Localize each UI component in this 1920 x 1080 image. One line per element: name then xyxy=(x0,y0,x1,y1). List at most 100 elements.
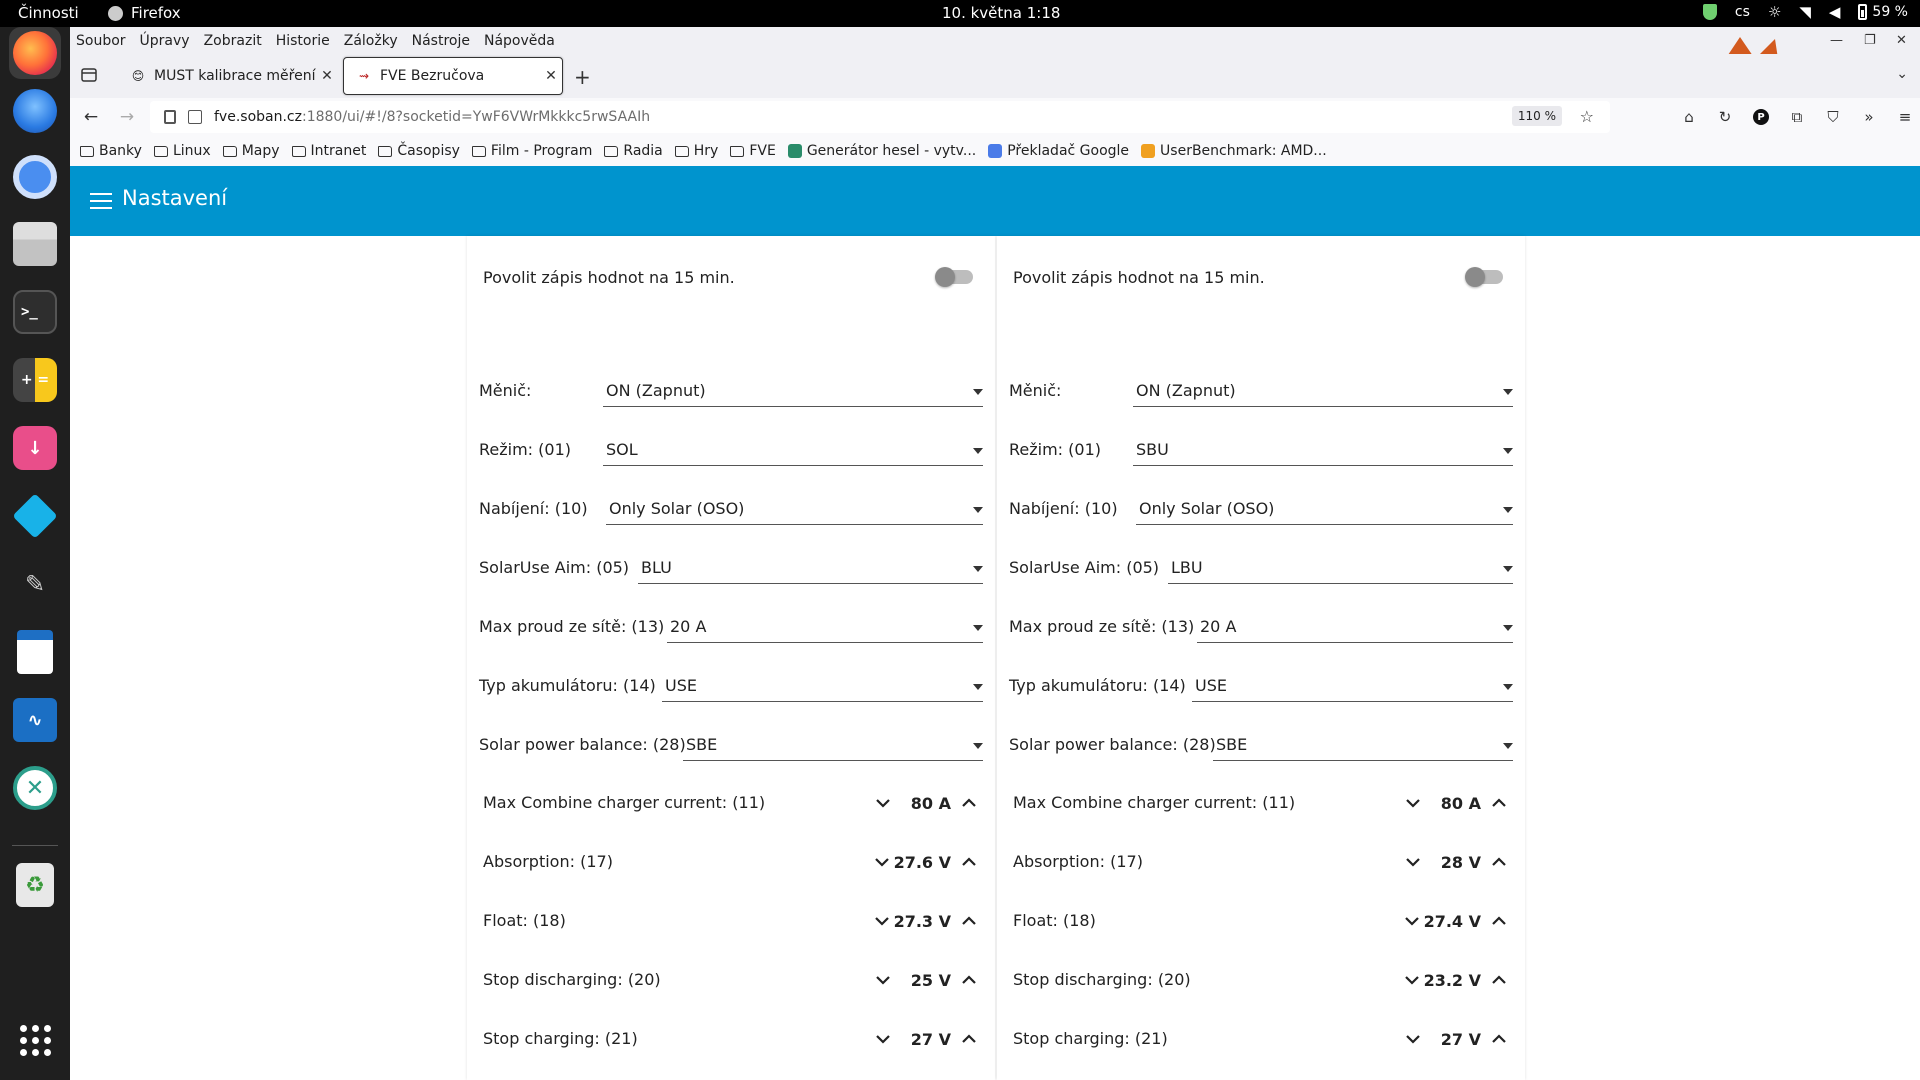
menu-historie[interactable]: Historie xyxy=(276,33,330,49)
site-info-icon[interactable] xyxy=(188,110,202,124)
setting-dropdown[interactable]: SOL xyxy=(603,434,983,466)
setting-dropdown[interactable]: SBE xyxy=(683,729,983,761)
url-bar[interactable]: fve.soban.cz :1880/ui/#!/8?socketid=YwF6… xyxy=(150,101,1610,133)
dock-firefox[interactable] xyxy=(9,27,61,79)
menu-nastroje[interactable]: Nástroje xyxy=(412,33,470,49)
chevron-down-icon[interactable] xyxy=(1400,968,1424,992)
setting-dropdown[interactable]: BLU xyxy=(638,552,983,584)
extensions-icon[interactable]: ⧉ xyxy=(1782,102,1812,132)
activities-button[interactable]: Činnosti xyxy=(18,4,79,22)
menu-zobrazit[interactable]: Zobrazit xyxy=(204,33,262,49)
back-icon[interactable]: ← xyxy=(76,102,106,132)
setting-dropdown[interactable]: Only Solar (OSO) xyxy=(606,493,983,525)
hamburger-menu-icon[interactable]: ≡ xyxy=(1890,102,1920,132)
write-enable-toggle[interactable] xyxy=(1465,267,1503,287)
setting-dropdown[interactable]: USE xyxy=(1192,670,1513,702)
bookmark-item[interactable]: Linux xyxy=(153,143,211,159)
dock-thunderbird[interactable] xyxy=(9,85,61,137)
ublock-shield-icon[interactable]: ⛉ xyxy=(1818,102,1848,132)
clock[interactable]: 10. května 1:18 xyxy=(942,4,1060,22)
pocket-extension-icon[interactable]: P xyxy=(1746,102,1776,132)
chevron-down-icon[interactable] xyxy=(871,1027,895,1051)
menu-upravy[interactable]: Úpravy xyxy=(140,33,190,49)
keyboard-layout[interactable]: cs xyxy=(1735,4,1750,20)
chevron-down-icon[interactable] xyxy=(870,850,894,874)
chevron-up-icon[interactable] xyxy=(957,791,981,815)
bookmark-item[interactable]: Mapy xyxy=(222,143,280,159)
setting-dropdown[interactable]: LBU xyxy=(1168,552,1513,584)
tracking-protection-icon[interactable] xyxy=(164,110,176,124)
bookmark-item[interactable]: Film - Program xyxy=(471,143,592,159)
dock-kodi[interactable] xyxy=(9,490,61,542)
setting-dropdown[interactable]: SBU xyxy=(1133,434,1513,466)
chevron-down-icon[interactable] xyxy=(870,909,894,933)
tab-manager-icon[interactable] xyxy=(80,66,98,84)
setting-dropdown[interactable]: ON (Zapnut) xyxy=(1133,375,1513,407)
bookmark-item[interactable]: Překladač Google xyxy=(988,143,1129,159)
dock-writer[interactable] xyxy=(9,626,61,678)
show-apps-icon[interactable] xyxy=(20,1025,51,1056)
chevron-up-icon[interactable] xyxy=(957,968,981,992)
dock-remote-desktop[interactable]: ✕ xyxy=(9,762,61,814)
home-icon[interactable]: ⌂ xyxy=(1674,102,1704,132)
chevron-down-icon[interactable] xyxy=(1401,850,1425,874)
menu-zalozky[interactable]: Záložky xyxy=(344,33,398,49)
bookmark-item[interactable]: Generátor hesel - vytv... xyxy=(787,143,976,159)
chevron-down-icon[interactable] xyxy=(1401,1027,1425,1051)
zoom-indicator[interactable]: 110 % xyxy=(1511,106,1562,126)
setting-dropdown[interactable]: 20 A xyxy=(1197,611,1513,643)
bookmark-star-icon[interactable]: ☆ xyxy=(1580,107,1594,126)
chevron-up-icon[interactable] xyxy=(1487,850,1511,874)
close-window-icon[interactable]: ✕ xyxy=(1896,33,1907,48)
bookmark-item[interactable]: Intranet xyxy=(291,143,366,159)
bookmark-item[interactable]: Radia xyxy=(604,143,663,159)
forward-icon[interactable]: → xyxy=(112,102,142,132)
menu-napoveda[interactable]: Nápověda xyxy=(484,33,555,49)
bookmark-item[interactable]: Hry xyxy=(674,143,718,159)
dock-system-monitor[interactable]: ∿ xyxy=(9,694,61,746)
write-enable-toggle[interactable] xyxy=(935,267,973,287)
chevron-down-icon[interactable] xyxy=(1400,909,1424,933)
dock-terminal[interactable]: >_ xyxy=(9,286,61,338)
chevron-up-icon[interactable] xyxy=(1487,909,1511,933)
setting-dropdown[interactable]: SBE xyxy=(1213,729,1513,761)
chevron-up-icon[interactable] xyxy=(957,909,981,933)
new-tab-button[interactable]: + xyxy=(574,65,591,89)
setting-dropdown[interactable]: USE xyxy=(662,670,983,702)
list-all-tabs-icon[interactable]: ⌄ xyxy=(1896,66,1908,82)
dock-gimp[interactable]: ✎ xyxy=(9,558,61,610)
dock-chromium[interactable] xyxy=(9,151,61,203)
setting-dropdown[interactable]: 20 A xyxy=(667,611,983,643)
system-tray[interactable]: cs ☼ ◥ ◀ 59 % xyxy=(1702,3,1908,21)
app-menu[interactable]: Firefox xyxy=(108,4,181,22)
tab-must-kalibrace[interactable]: 😊 MUST kalibrace měření - ✕ xyxy=(118,57,338,95)
chevron-up-icon[interactable] xyxy=(1487,791,1511,815)
setting-dropdown[interactable]: Only Solar (OSO) xyxy=(1136,493,1513,525)
chevron-down-icon[interactable] xyxy=(1401,791,1425,815)
close-tab-icon[interactable]: ✕ xyxy=(316,68,338,84)
close-tab-icon[interactable]: ✕ xyxy=(540,68,562,84)
chevron-down-icon[interactable] xyxy=(871,791,895,815)
chevron-up-icon[interactable] xyxy=(957,1027,981,1051)
bookmark-item[interactable]: UserBenchmark: AMD... xyxy=(1141,143,1327,159)
chevron-up-icon[interactable] xyxy=(1487,968,1511,992)
overflow-menu-icon[interactable]: » xyxy=(1854,102,1884,132)
reload-icon[interactable]: ↻ xyxy=(1710,102,1740,132)
dock-trash[interactable]: ♻ xyxy=(9,859,61,911)
shield-icon[interactable] xyxy=(1702,4,1717,20)
restore-icon[interactable]: ❐ xyxy=(1864,33,1876,48)
setting-dropdown[interactable]: ON (Zapnut) xyxy=(603,375,983,407)
bookmark-item[interactable]: FVE xyxy=(730,143,776,159)
dock-files[interactable] xyxy=(9,218,61,270)
chevron-up-icon[interactable] xyxy=(957,850,981,874)
minimize-icon[interactable]: — xyxy=(1830,33,1843,48)
chevron-down-icon[interactable] xyxy=(871,968,895,992)
tab-fve-bezrucova[interactable]: ⇝ FVE Bezručova ✕ xyxy=(343,57,563,95)
chevron-up-icon[interactable] xyxy=(1487,1027,1511,1051)
menu-soubor[interactable]: Soubor xyxy=(76,33,126,49)
menu-icon[interactable] xyxy=(90,193,112,209)
dock-installer[interactable]: ↓ xyxy=(9,422,61,474)
bookmark-item[interactable]: Časopisy xyxy=(378,143,460,159)
dock-calculator[interactable]: + = xyxy=(9,354,61,406)
bookmark-item[interactable]: Banky xyxy=(80,143,142,159)
